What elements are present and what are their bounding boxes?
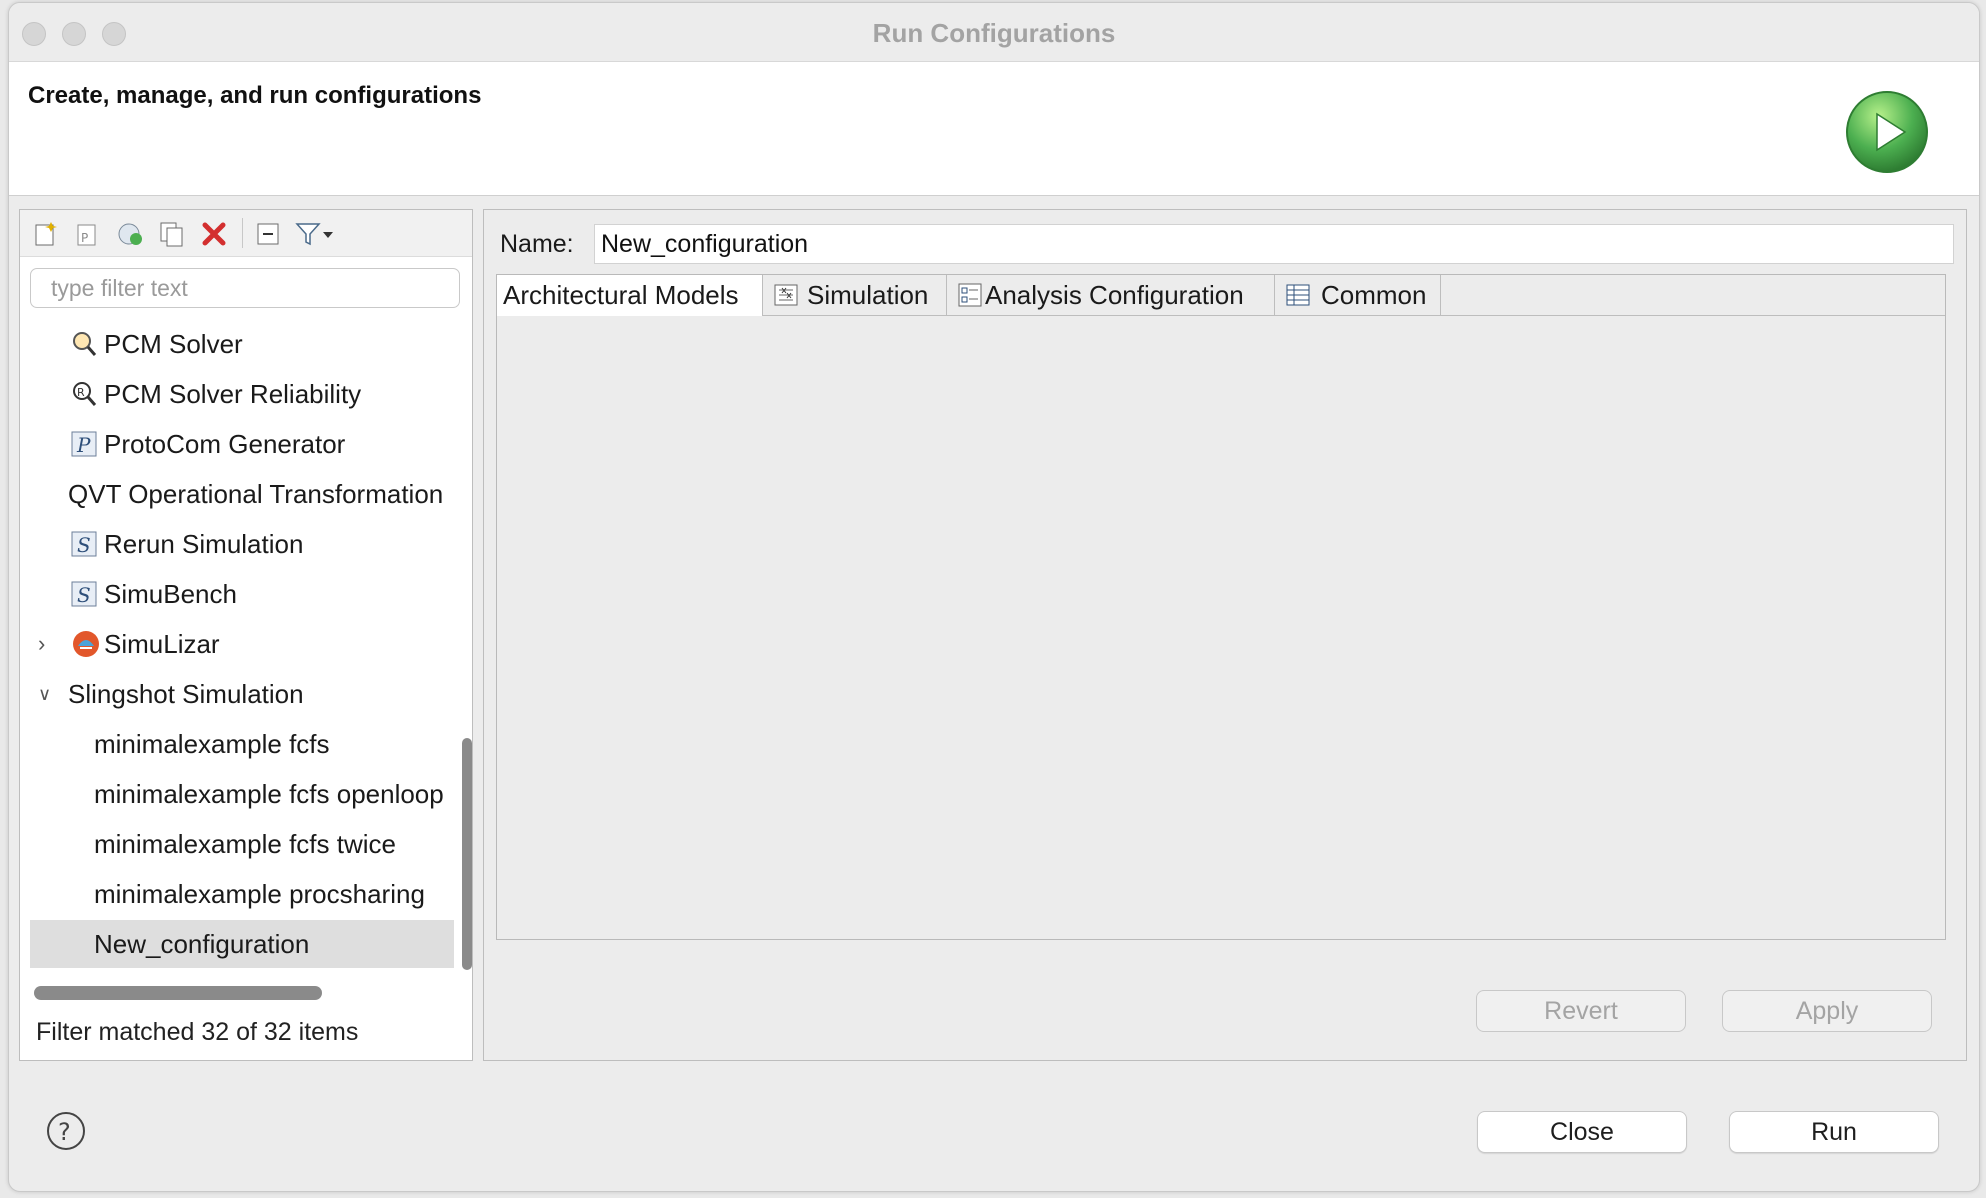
horizontal-scroll-thumb[interactable] (34, 986, 322, 1000)
svg-text:S: S (77, 533, 91, 557)
tree-item-label: ProtoCom Generator (104, 429, 346, 459)
delete-icon[interactable] (200, 220, 228, 248)
tree-item-simulizar[interactable]: › SimuLizar (30, 620, 454, 668)
window-title: Run Configurations (872, 18, 1116, 48)
tree-item-minimalexample-fcfs[interactable]: minimalexample fcfs (30, 720, 454, 768)
tree-item-simubench[interactable]: S SimuBench (30, 570, 454, 618)
name-label: Name: (500, 230, 574, 258)
collapse-all-icon[interactable] (254, 220, 282, 248)
configuration-editor-panel: Name: New_configuration Architectural Mo… (483, 209, 1967, 1061)
tree-item-pcm-solver-reliability[interactable]: R PCM Solver Reliability (30, 370, 454, 418)
simulation-tab-icon (774, 284, 798, 306)
tree-item-new-configuration[interactable]: New_configuration (30, 920, 454, 968)
tree-item-slingshot-simulation[interactable]: ∨ Slingshot Simulation (30, 670, 454, 718)
tab-strip: Architectural Models Simulation Analysis… (497, 275, 1945, 316)
configuration-toolbar: P (20, 210, 472, 257)
tree-item-label: minimalexample fcfs (94, 729, 330, 759)
tree-item-label: New_configuration (94, 929, 310, 959)
pcm-solver-reliability-icon: R (73, 382, 97, 406)
tree-item-label: QVT Operational Transformation (68, 479, 444, 509)
svg-text:R: R (77, 386, 85, 399)
tree-item-label: SimuBench (104, 579, 237, 609)
chevron-down-icon[interactable]: ∨ (38, 670, 51, 718)
toolbar-separator (242, 218, 243, 248)
run-configurations-window: Run Configurations Create, manage, and r… (8, 2, 1980, 1192)
tab-label: Analysis Configuration (985, 280, 1244, 310)
configuration-name-input[interactable]: New_configuration (594, 224, 1954, 264)
common-tab-icon (1286, 284, 1310, 306)
tree-item-qvt-operational-transformation[interactable]: QVT Operational Transformation (30, 470, 454, 518)
header-description: Create, manage, and run configurations (28, 82, 482, 109)
filter-icon[interactable] (294, 220, 322, 248)
tree-item-rerun-simulation[interactable]: S Rerun Simulation (30, 520, 454, 568)
tree-item-pcm-solver[interactable]: PCM Solver (30, 320, 454, 368)
revert-button[interactable]: Revert (1476, 990, 1686, 1032)
svg-text:S: S (77, 583, 91, 607)
run-button[interactable]: Run (1729, 1111, 1939, 1153)
export-icon[interactable] (116, 220, 144, 248)
configuration-tab-folder: Architectural Models Simulation Analysis… (496, 274, 1946, 940)
svg-text:P: P (76, 433, 91, 457)
filter-input[interactable]: type filter text (30, 268, 460, 308)
dialog-header: Create, manage, and run configurations (9, 62, 1979, 196)
title-bar: Run Configurations (9, 3, 1979, 62)
tab-label: Architectural Models (503, 280, 739, 310)
simulation-s-icon: S (71, 581, 97, 607)
tree-item-minimalexample-fcfs-twice[interactable]: minimalexample fcfs twice (30, 820, 454, 868)
protocom-icon: P (71, 431, 97, 457)
svg-text:?: ? (58, 1118, 71, 1146)
tree-item-label: Slingshot Simulation (68, 679, 304, 709)
new-configuration-icon[interactable] (32, 220, 60, 248)
new-prototype-icon[interactable]: P (74, 220, 102, 248)
tab-common[interactable]: Common (1275, 275, 1441, 315)
tab-label: Common (1321, 280, 1427, 310)
close-button[interactable]: Close (1477, 1111, 1687, 1153)
vertical-scroll-thumb[interactable] (462, 738, 472, 970)
chevron-right-icon[interactable]: › (38, 620, 45, 668)
tree-item-label: SimuLizar (104, 629, 220, 659)
analysis-tab-icon (958, 283, 982, 307)
run-play-icon (1846, 91, 1928, 173)
tree-item-label: PCM Solver (104, 329, 243, 359)
svg-text:P: P (81, 231, 88, 245)
pcm-solver-icon (73, 332, 97, 356)
configuration-tree: PCM Solver R PCM Solver Reliability P Pr… (30, 320, 454, 978)
tab-architectural-models[interactable]: Architectural Models (497, 275, 763, 316)
filter-status-text: Filter matched 32 of 32 items (36, 1018, 359, 1046)
tree-item-protocom-generator[interactable]: P ProtoCom Generator (30, 420, 454, 468)
tab-label: Simulation (807, 280, 929, 310)
simulizar-icon (73, 631, 99, 657)
tab-analysis-configuration[interactable]: Analysis Configuration (947, 275, 1275, 315)
tree-item-label: minimalexample fcfs openloop (94, 779, 444, 809)
tree-item-label: Rerun Simulation (104, 529, 304, 559)
tree-item-label: minimalexample procsharing (94, 879, 425, 909)
tree-item-minimalexample-fcfs-openloop[interactable]: minimalexample fcfs openloop (30, 770, 454, 818)
tree-vertical-scrollbar[interactable] (460, 320, 474, 978)
tree-item-label: PCM Solver Reliability (104, 379, 362, 409)
tree-item-label: minimalexample fcfs twice (94, 829, 396, 859)
tree-item-minimalexample-procsharing[interactable]: minimalexample procsharing (30, 870, 454, 918)
tab-simulation[interactable]: Simulation (763, 275, 947, 315)
apply-button[interactable]: Apply (1722, 990, 1932, 1032)
help-icon[interactable]: ? (46, 1111, 86, 1151)
duplicate-icon[interactable] (158, 220, 186, 248)
dropdown-icon[interactable] (320, 220, 336, 248)
simulation-s-icon: S (71, 531, 97, 557)
configuration-list-panel: P type filter text PCM Solver R PCM Solv… (19, 209, 473, 1061)
